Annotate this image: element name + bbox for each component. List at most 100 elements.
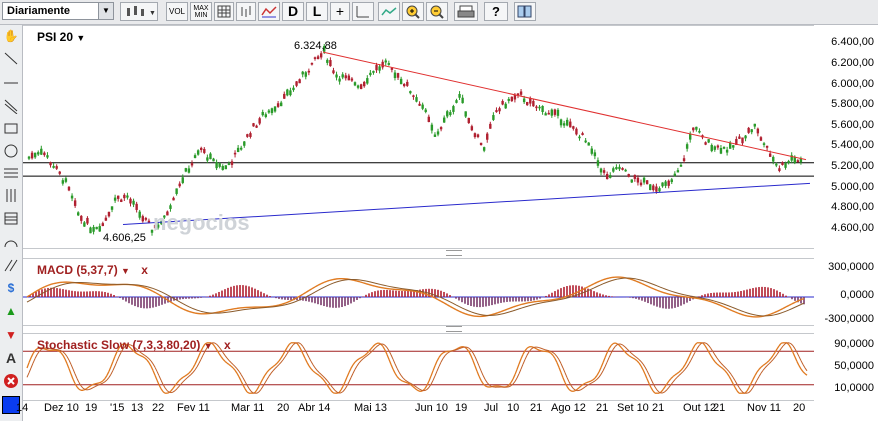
- stoch-k-line: [536, 348, 540, 351]
- macd-histogram-bar: [641, 297, 643, 301]
- macd-title[interactable]: MACD (5,37,7) ▼ x: [37, 263, 148, 277]
- price-chart[interactable]: negocios 6.324,88 4.606,25: [23, 26, 814, 248]
- candle-body: [433, 134, 437, 137]
- chevron-down-icon[interactable]: ▼: [204, 341, 213, 351]
- candlestick-type-button[interactable]: ▼: [120, 2, 158, 21]
- candle-body: [98, 226, 101, 232]
- macd-signal-line: [26, 300, 31, 303]
- price-title[interactable]: PSI 20 ▼: [37, 30, 85, 44]
- candle-body: [279, 102, 283, 107]
- candle-body: [378, 66, 381, 71]
- dollar-icon[interactable]: $: [2, 280, 20, 297]
- stoch-k-line: [702, 342, 706, 346]
- macd-signal-line: [635, 278, 640, 281]
- chevron-down-icon[interactable]: ▼: [76, 33, 85, 43]
- bars-button[interactable]: [236, 2, 256, 21]
- book-button[interactable]: [514, 2, 536, 21]
- stoch-d-line: [416, 387, 420, 390]
- x-tick-label: 20: [277, 402, 290, 414]
- stoch-d-line: [466, 346, 470, 349]
- macd-histogram-bar: [233, 285, 235, 297]
- macd-signal-line: [368, 281, 373, 283]
- stoch-d-line: [770, 359, 774, 363]
- stoch-k-line: [344, 376, 348, 383]
- macd-line: [470, 314, 475, 317]
- line-icon[interactable]: [2, 50, 20, 67]
- text-tool-icon[interactable]: A: [2, 350, 20, 367]
- panel-splitter[interactable]: [446, 250, 462, 256]
- period-select[interactable]: Diariamente ▼: [2, 2, 114, 20]
- stoch-title[interactable]: Stochastic Slow (7,3,3,80,20) ▼ x: [37, 338, 231, 352]
- macd-histogram-bar: [635, 297, 637, 299]
- parallel-icon[interactable]: [2, 257, 20, 274]
- zoom-in-button[interactable]: [402, 2, 424, 21]
- stoch-k-line: [710, 355, 714, 360]
- macd-signal-line: [722, 303, 727, 306]
- stoch-k-line: [374, 342, 378, 346]
- down-arrow-icon[interactable]: ▼: [2, 327, 20, 344]
- circle-icon[interactable]: [2, 143, 20, 160]
- crosshair-button[interactable]: +: [330, 2, 350, 21]
- candle-body: [43, 152, 46, 156]
- trend-tool-button[interactable]: [378, 2, 400, 21]
- candle-body: [636, 177, 640, 183]
- stoch-k-line: [260, 378, 264, 383]
- stoch-d-line: [572, 387, 576, 391]
- line-tool-button[interactable]: [352, 2, 374, 21]
- macd-histogram-bar: [290, 297, 292, 301]
- candle-body: [572, 126, 575, 129]
- macd-line: [668, 293, 673, 296]
- stoch-k-line: [60, 352, 64, 356]
- max-min-button[interactable]: MAX MIN: [190, 2, 212, 21]
- stoch-k-line: [286, 344, 290, 349]
- stoch-d-line: [722, 364, 726, 368]
- stoch-d-line: [382, 343, 386, 346]
- d-button[interactable]: D: [282, 2, 304, 21]
- stoch-k-line: [534, 347, 538, 350]
- macd-line: [320, 281, 325, 285]
- volume-button[interactable]: VOL: [166, 2, 188, 21]
- print-button[interactable]: [454, 2, 478, 21]
- macd-line: [458, 310, 463, 314]
- candle-body: [381, 61, 384, 68]
- macd-signal-line: [689, 295, 694, 297]
- macd-histogram-bar: [359, 297, 361, 299]
- stoch-k-line: [480, 379, 484, 384]
- stoch-k-line: [72, 378, 76, 384]
- delete-icon[interactable]: [2, 373, 20, 390]
- panel-splitter[interactable]: [446, 326, 462, 332]
- candle-body: [455, 100, 458, 103]
- chevron-down-icon[interactable]: ▼: [121, 266, 130, 276]
- candle-body: [95, 226, 98, 230]
- macd-line: [647, 285, 652, 289]
- stoch-d-line: [640, 361, 644, 365]
- arc-icon[interactable]: [2, 233, 20, 250]
- close-icon[interactable]: x: [141, 263, 148, 277]
- fibonacci-icon[interactable]: [2, 165, 20, 182]
- macd-signal-line: [449, 301, 454, 304]
- hand-icon[interactable]: ✋: [2, 28, 20, 45]
- macd-histogram-bar: [281, 297, 283, 300]
- macd-line: [314, 284, 319, 288]
- stoch-d-line: [694, 348, 698, 353]
- macd-histogram-bar: [320, 297, 322, 306]
- grid-button[interactable]: [214, 2, 234, 21]
- indicator-button[interactable]: [258, 2, 280, 21]
- macd-histogram-bar: [395, 290, 397, 297]
- candle-body: [685, 144, 689, 149]
- close-icon[interactable]: x: [224, 338, 231, 352]
- grid-lines-icon[interactable]: [2, 210, 20, 227]
- horizontal-line-icon[interactable]: [2, 75, 20, 92]
- zoom-out-button[interactable]: [426, 2, 448, 21]
- candle-body: [418, 103, 421, 106]
- vertical-lines-icon[interactable]: [2, 187, 20, 204]
- l-button[interactable]: L: [306, 2, 328, 21]
- macd-line: [461, 311, 466, 315]
- help-button[interactable]: ?: [484, 2, 508, 21]
- stoch-d-line: [530, 347, 534, 350]
- rectangle-icon[interactable]: [2, 120, 20, 137]
- macd-histogram-bar: [242, 285, 244, 297]
- up-arrow-icon[interactable]: ▲: [2, 303, 20, 320]
- channel-icon[interactable]: [2, 97, 20, 114]
- chevron-down-icon[interactable]: ▼: [98, 3, 113, 19]
